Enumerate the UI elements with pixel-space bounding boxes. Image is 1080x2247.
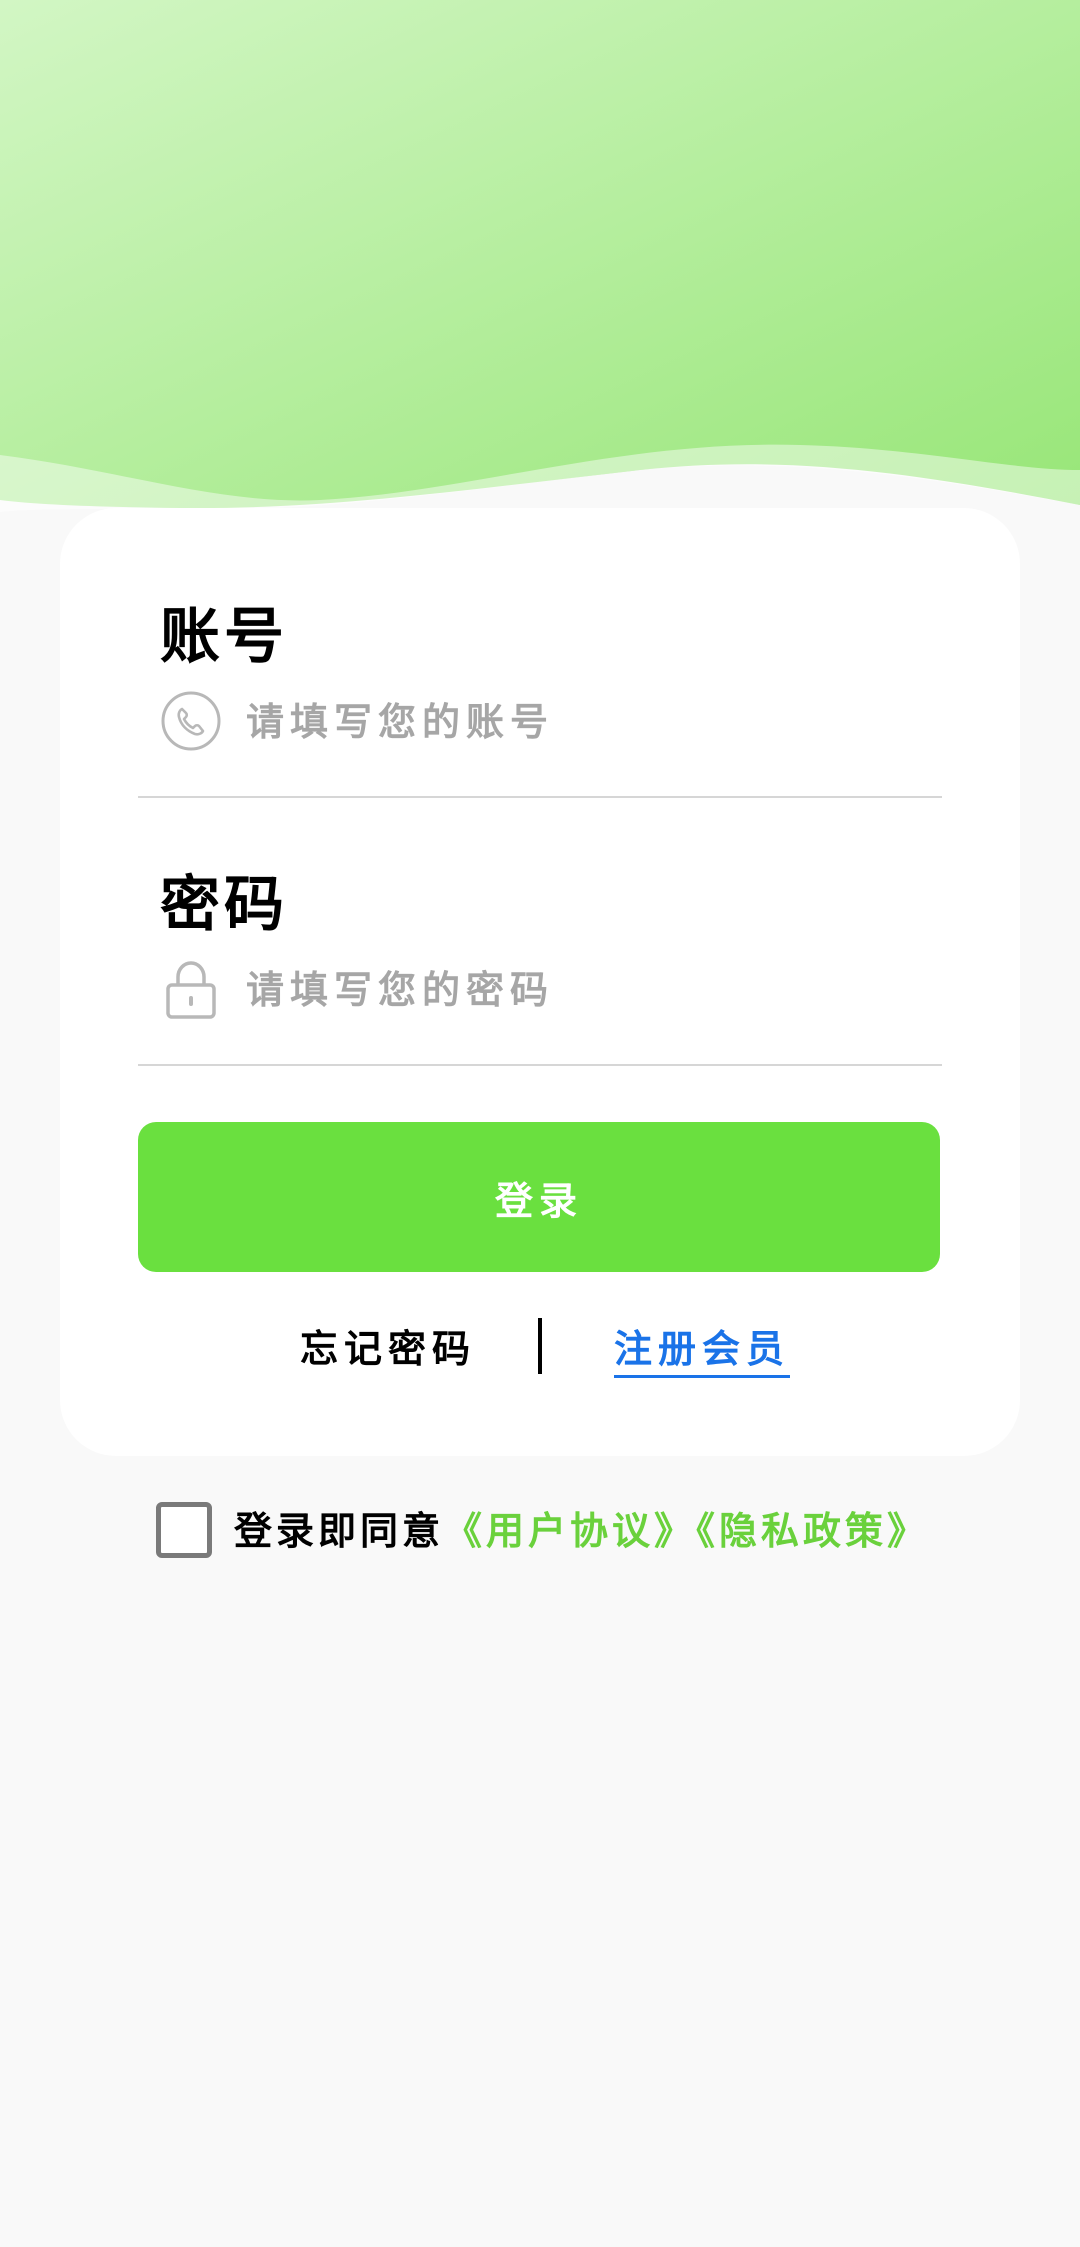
agreement-row: 登录即同意《用户协议》《隐私政策》 (156, 1500, 1056, 1558)
password-input[interactable] (246, 952, 906, 1026)
agreement-text: 登录即同意《用户协议》《隐私政策》 (234, 1500, 929, 1555)
lock-icon (166, 961, 216, 1019)
agreement-prefix: 登录即同意 (234, 1508, 445, 1553)
login-card: 账号 密码 登录 忘记密码 注册会员 (60, 508, 1020, 1456)
password-field-row (138, 914, 942, 1066)
links-divider (538, 1318, 542, 1374)
account-input[interactable] (246, 684, 906, 758)
auth-links: 忘记密码 注册会员 (60, 1318, 1020, 1378)
forgot-password-link[interactable]: 忘记密码 (300, 1318, 476, 1373)
agree-checkbox[interactable] (156, 1502, 212, 1558)
header-wave-background (0, 0, 1080, 512)
login-button[interactable]: 登录 (138, 1122, 940, 1272)
account-field-row (138, 646, 942, 798)
phone-icon (161, 691, 221, 751)
register-link[interactable]: 注册会员 (614, 1318, 791, 1378)
user-agreement-link[interactable]: 《用户协议》 (444, 1508, 696, 1553)
privacy-policy-link[interactable]: 《隐私政策》 (696, 1508, 929, 1553)
